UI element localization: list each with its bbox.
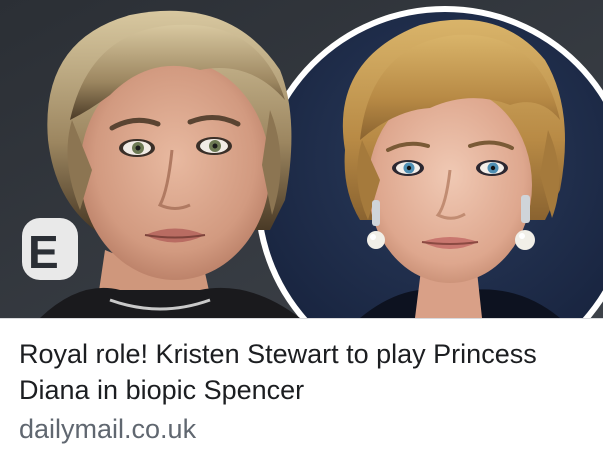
preview-image[interactable]: E: [0, 0, 603, 318]
link-domain[interactable]: dailymail.co.uk: [19, 411, 196, 447]
image-divider: [0, 318, 603, 319]
link-preview-card[interactable]: E Royal role! Kristen Stewart to play Pr…: [0, 0, 603, 459]
background-logo-icon: E: [22, 218, 78, 280]
svg-text:E: E: [28, 226, 59, 278]
link-headline[interactable]: Royal role! Kristen Stewart to play Prin…: [19, 336, 589, 408]
